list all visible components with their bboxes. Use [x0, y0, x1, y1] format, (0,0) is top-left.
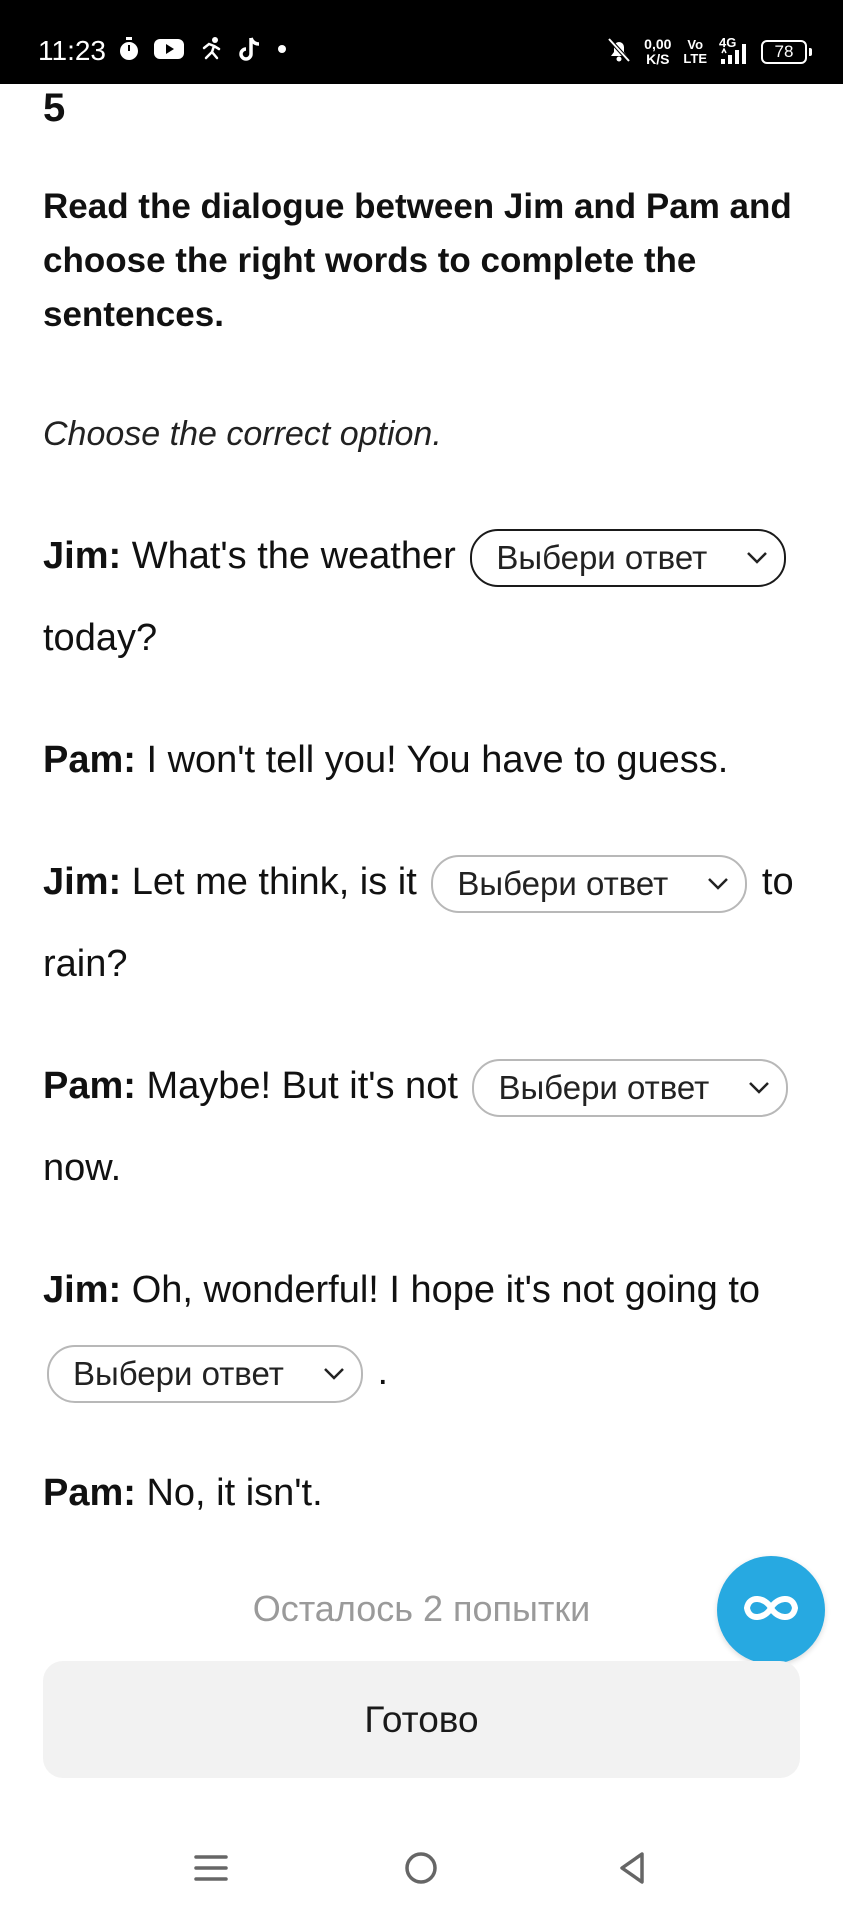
status-time: 11:23	[38, 35, 106, 66]
system-status: 0,00 K/S Vo LTE 4G 78	[606, 32, 812, 72]
question-instruction: Read the dialogue between Jim and Pam an…	[43, 187, 792, 334]
battery-indicator: 78	[761, 40, 812, 64]
net-speed-unit: K/S	[646, 51, 670, 67]
back-button[interactable]	[602, 1840, 662, 1900]
answer-select-1[interactable]: Выбери ответ	[470, 528, 787, 587]
chevron-down-icon	[321, 1361, 347, 1387]
mute-bell-icon	[606, 36, 632, 69]
infinity-icon	[739, 1591, 803, 1630]
question-subinstruction: Choose the correct option.	[43, 415, 442, 453]
select-placeholder: Выбери ответ	[496, 538, 708, 576]
answer-select-4[interactable]: Выбери ответ	[47, 1344, 363, 1403]
speaker-label: Pam:	[43, 1065, 136, 1107]
speaker-label: Pam:	[43, 739, 136, 781]
volte-top: Vo	[687, 37, 704, 52]
question-number: 5	[43, 86, 66, 130]
speaker-label: Jim:	[43, 1269, 122, 1311]
speaker-label: Jim:	[43, 535, 122, 577]
recent-apps-button[interactable]	[181, 1840, 241, 1900]
answer-select-3[interactable]: Выбери ответ	[472, 1058, 789, 1117]
speaker-label: Pam:	[43, 1472, 136, 1514]
volte-bottom: LTE	[683, 51, 707, 66]
dialogue-line-3: Jim: Let me think, is it Выбери ответ to…	[43, 841, 813, 1005]
dialogue-text: What's the weather	[121, 535, 467, 577]
answer-select-2[interactable]: Выбери ответ	[431, 854, 748, 913]
dialogue-line-1: Jim: What's the weather Выбери ответ tod…	[43, 515, 813, 679]
dialogue-line-6: Pam: No, it isn't.	[43, 1452, 813, 1534]
network-type: 4G	[719, 35, 737, 50]
dialogue-text: today?	[43, 617, 158, 659]
home-button[interactable]	[391, 1840, 451, 1900]
dialogue-text: I won't tell you! You have to guess.	[135, 739, 729, 781]
dialogue-text: Maybe! But it's not	[135, 1065, 469, 1107]
dialogue-line-4: Pam: Maybe! But it's not Выбери ответ no…	[43, 1045, 813, 1209]
chevron-down-icon	[746, 1075, 772, 1101]
infinity-fab[interactable]	[717, 1556, 825, 1664]
select-placeholder: Выбери ответ	[73, 1354, 284, 1392]
running-icon	[198, 36, 224, 67]
dialogue-text: now.	[43, 1147, 122, 1189]
notification-icons	[118, 36, 288, 66]
circle-home-icon	[403, 1850, 439, 1891]
dot-icon	[276, 42, 288, 60]
signal-icon: 4G	[719, 35, 749, 65]
dialogue-text: .	[367, 1351, 389, 1393]
select-placeholder: Выбери ответ	[457, 864, 669, 902]
dialogue-text: No, it isn't.	[135, 1472, 323, 1514]
status-bar: 11:23 0,00 K/S Vo LTE 4G 78	[0, 0, 843, 84]
dialogue-line-2: Pam: I won't tell you! You have to guess…	[43, 719, 813, 801]
speaker-label: Jim:	[43, 861, 122, 903]
net-speed: 0,00 K/S	[644, 37, 671, 67]
menu-icon	[194, 1853, 228, 1888]
dialogue-text: Let me think, is it	[121, 861, 428, 903]
dialogue-line-5: Jim: Oh, wonderful! I hope it's not goin…	[43, 1249, 813, 1413]
dialogue-text: Oh, wonderful! I hope it's not going to	[121, 1269, 761, 1311]
tiktok-icon	[238, 36, 262, 67]
youtube-icon	[154, 38, 184, 65]
navigation-bar	[0, 1820, 843, 1920]
volte-indicator: Vo LTE	[683, 38, 707, 66]
select-placeholder: Выбери ответ	[498, 1068, 710, 1106]
back-triangle-icon	[616, 1850, 648, 1891]
stopwatch-icon	[118, 36, 140, 67]
done-button[interactable]: Готово	[43, 1661, 800, 1778]
net-speed-value: 0,00	[644, 36, 672, 52]
chevron-down-icon	[744, 545, 770, 571]
chevron-down-icon	[705, 871, 731, 897]
